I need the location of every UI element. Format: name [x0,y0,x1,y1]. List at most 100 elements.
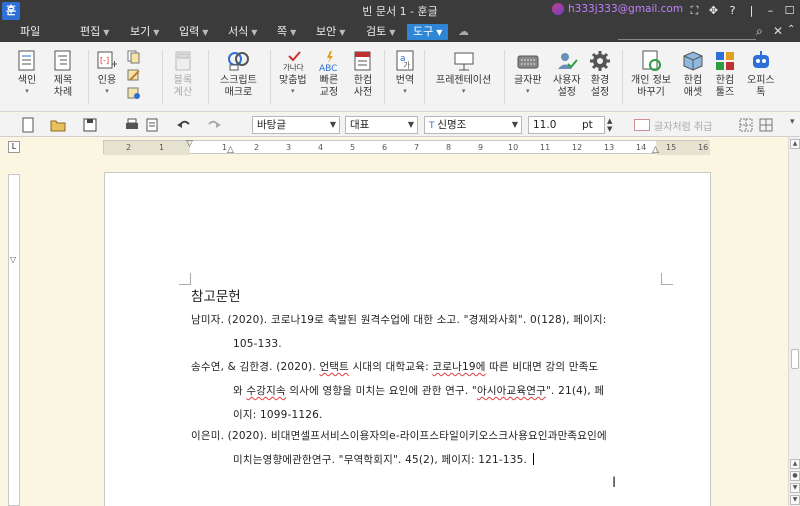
references-heading[interactable]: 참고문헌 [191,285,241,305]
chevron-down-icon: ▼ [290,28,297,37]
spell-check-button[interactable]: 가나다 맞춤법 ▾ [279,50,307,95]
hancom-tools-button[interactable]: 한컴 툴즈 [714,50,736,99]
vertical-scrollbar[interactable]: ▲ ▲ ● ▼ ▼ [788,137,800,506]
horizontal-ruler[interactable]: 2 1 1 2 3 4 5 6 7 8 9 10 11 12 13 14 15 … [103,139,710,155]
quick-correct-icon: ABC [318,50,340,74]
menu-tools[interactable]: 도구 ▼ [407,24,449,40]
help-icon[interactable]: ? [726,2,739,19]
document-page[interactable]: 참고문헌 남미자. (2020). 코로나19로 촉발된 원격수업에 대한 소고… [104,172,711,506]
block-calculation-button[interactable]: 블록 계산 [172,50,194,99]
spell-error-mark[interactable]: 수강지속 [246,385,285,397]
save-icon[interactable] [82,117,98,133]
spell-error-mark[interactable]: 아시아교육연구 [477,385,546,397]
move-icon[interactable]: ✥ [707,2,720,19]
menu-format[interactable]: 서식 ▼ [228,24,257,40]
svg-text:ABC: ABC [319,64,337,72]
ruler-marker-icon: ▽ [10,255,17,264]
account-email[interactable]: h333j333@gmail.com [568,3,683,15]
menu-edit[interactable]: 편집 ▼ [80,24,109,40]
scroll-down-icon[interactable]: ▼ [790,495,800,505]
note-list-icon[interactable] [127,86,141,100]
translate-icon: a가 [394,50,416,72]
spell-error-mark[interactable]: 언택트 [319,361,349,373]
account-area[interactable]: h333j333@gmail.com [552,3,683,15]
replace-personal-info-button[interactable]: 개인 정보 바꾸기 [631,50,671,99]
toc-icon [52,50,74,72]
svg-text:가: 가 [403,61,411,70]
macro-icon [227,50,250,72]
preferences-button[interactable]: 환경 설정 [589,50,611,99]
font-group-select[interactable]: 대표 ▼ [345,116,418,134]
minimize-button[interactable]: – [764,2,777,19]
title-bar: 훈 빈 문서 1 - 훈글 h333j333@gmail.com ⛶ ✥ ? |… [0,0,800,22]
chevron-up-icon[interactable]: ⌃ [787,24,795,35]
new-document-icon[interactable] [20,117,36,133]
script-macro-button[interactable]: 스크립트 매크로 [220,50,257,99]
reference-entry[interactable]: 이은미. (2020). 비대면셀프서비스이용자의e-라이프스타일이키오스크사용… [191,424,657,472]
undo-icon[interactable] [176,117,192,133]
office-talk-button[interactable]: 오피스 톡 [747,50,775,99]
citation-button[interactable]: [-] 인용 ▾ [96,50,118,95]
ruler-corner-icon[interactable]: L [8,141,20,153]
spell-error-mark[interactable]: 코로나19에 [432,361,485,373]
robot-chat-icon [750,50,772,72]
separator: | [749,4,754,17]
menu-insert[interactable]: 입력 ▼ [179,24,208,40]
menu-file[interactable]: 파일 [20,24,40,40]
font-name-select[interactable]: T 신명조 ▼ [424,116,522,134]
copy-icon[interactable] [127,50,141,64]
dictionary-button[interactable]: 한컴 사전 [352,50,374,99]
translate-button[interactable]: a가 번역 ▾ [394,50,416,95]
document-area: L 2 1 1 2 3 4 5 6 7 8 9 10 11 12 13 14 1… [0,137,788,506]
scroll-up-icon[interactable]: ▲ [790,139,800,149]
keyboard-layout-button[interactable]: 글자판 ▾ [514,50,542,95]
citation-icon: [-] [96,50,118,72]
quick-correct-button[interactable]: ABC 빠른 교정 [318,50,340,99]
style-select[interactable]: 바탕글 ▼ [252,116,340,134]
menu-view[interactable]: 보기 ▼ [130,24,159,40]
left-indent-marker-icon[interactable]: △ [227,145,234,155]
ibeam-cursor-icon: I [612,475,617,491]
ribbon-collapse-icon[interactable]: ✕ [773,24,783,38]
presentation-button[interactable]: 프레젠테이션 ▾ [436,50,491,95]
reference-entry[interactable]: 남미자. (2020). 코로나19로 촉발된 원격수업에 대한 소고. "경제… [191,308,657,356]
table-of-contents-button[interactable]: 제목 차례 [52,50,74,99]
cloud-icon[interactable]: ☁ [458,24,469,40]
size-stepper-icon[interactable]: ▲ ▼ [607,117,612,133]
scrollbar-thumb[interactable] [791,349,799,369]
page-up-icon[interactable]: ▲ [790,459,800,469]
grid-icon[interactable] [738,117,754,133]
maximize-button[interactable]: ☐ [783,2,796,19]
menu-page[interactable]: 쪽 ▼ [277,24,296,40]
font-size-input[interactable]: 11.0 [528,116,584,134]
account-avatar-icon [552,3,564,15]
user-settings-button[interactable]: 사용자 설정 [553,50,581,99]
window-controls: ⛶ ✥ ? | – ☐ ✕ [688,2,800,19]
redo-icon[interactable] [206,117,222,133]
page-nav-icon[interactable]: ● [790,471,800,481]
edit-note-icon[interactable] [127,68,141,82]
open-folder-icon[interactable] [50,117,66,133]
first-indent-marker-icon[interactable]: ▽ [186,139,193,149]
right-indent-marker-icon[interactable]: △ [652,145,659,155]
search-input[interactable] [618,25,756,40]
char-shape-icon[interactable] [634,119,650,131]
menu-security[interactable]: 보안 ▼ [316,24,345,40]
user-settings-icon [556,50,578,72]
print-preview-icon[interactable] [144,117,160,133]
chevron-down-icon[interactable]: ▾ [790,117,795,127]
size-unit-select[interactable]: pt [578,116,605,134]
menu-review[interactable]: 검토 ▼ [366,24,395,40]
index-button[interactable]: 색인 ▾ [16,50,38,95]
treat-as-char-label[interactable]: 글자처럼 취급 [654,118,712,133]
hancom-asset-button[interactable]: 한컴 애셋 [682,50,704,99]
print-icon[interactable] [124,117,140,133]
reference-entry[interactable]: 송수연, & 김한경. (2020). 언택트 시대의 대학교육: 코로나19에… [191,355,657,427]
chevron-down-icon: ▼ [407,120,414,129]
snap-grid-icon[interactable] [758,117,774,133]
spell-check-icon: 가나다 [282,50,304,72]
search-icon[interactable]: ⌕ [756,24,763,39]
page-down-icon[interactable]: ▼ [790,483,800,493]
vertical-ruler[interactable]: ▽ [8,174,20,506]
fullscreen-icon[interactable]: ⛶ [688,2,701,19]
